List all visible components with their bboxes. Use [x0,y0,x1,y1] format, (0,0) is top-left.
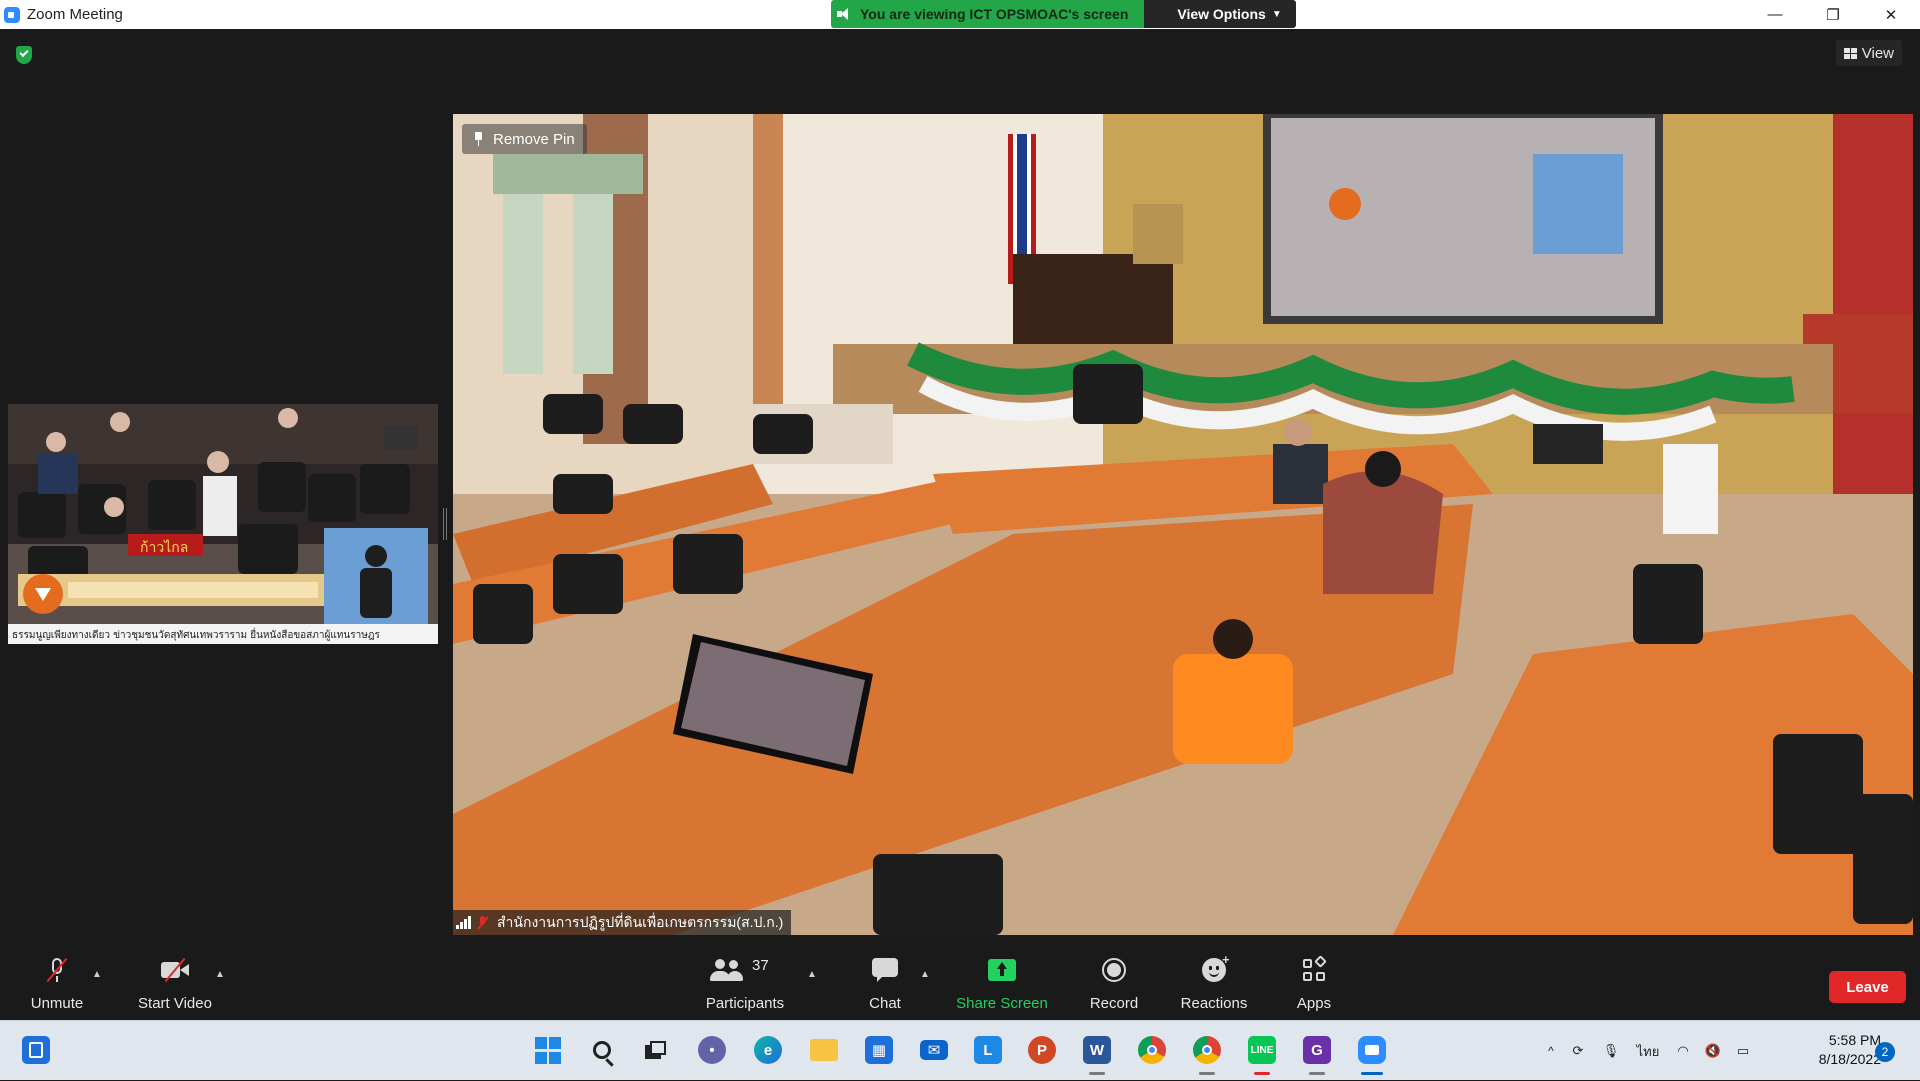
notification-badge[interactable]: 2 [1875,1042,1895,1062]
chat-icon [872,958,898,982]
window-controls: — ❐ ✕ [1746,0,1920,29]
start-video-label: Start Video [138,995,212,1012]
leave-button[interactable]: Leave [1829,971,1906,1003]
wifi-icon[interactable]: ◠ [1668,1043,1698,1059]
minimize-button[interactable]: — [1746,0,1804,29]
teams-chat-icon[interactable]: • [694,1032,730,1068]
chat-button[interactable]: Chat [855,949,915,1020]
chrome-profile-icon[interactable] [1189,1032,1225,1075]
share-screen-label: Share Screen [956,995,1048,1012]
clock-time: 5:58 PM [1828,1032,1881,1048]
video-options-caret-icon[interactable]: ▲ [215,969,225,980]
restore-button[interactable]: ❐ [1804,0,1862,29]
viewing-screen-indicator: You are viewing ICT OPSMOAC's screen [831,0,1145,28]
file-explorer-icon[interactable] [806,1032,842,1068]
unmute-label: Unmute [30,995,84,1012]
gallery-grid-icon [1843,47,1857,59]
view-button[interactable]: View [1835,40,1902,66]
participant-name-tag: สำนักงานการปฏิรูปที่ดินเพื่อเกษตรกรรม(ส.… [453,910,792,935]
line-icon[interactable]: LINE [1244,1032,1280,1075]
participants-count: 37 [752,957,769,974]
main-video-frame [453,114,1913,935]
view-options-label: View Options [1177,6,1266,22]
windows-taskbar: • e ▦ ✉ L P W LINE G ^ ⟳ 🎙 ไทย ◠ 🔇 ▭ 5:5… [0,1020,1920,1080]
apps-icon [1303,955,1327,981]
share-screen-button[interactable]: Share Screen [955,949,1049,1020]
security-shield-icon[interactable] [16,46,32,64]
clock-date: 8/18/2022 [1818,1051,1881,1067]
thumbnail-video[interactable]: ก้าวไกล ธรรมนูญเพียงทางเดียว ข่าวชุมชนวั… [8,404,438,644]
start-video-button[interactable]: Start Video [130,949,220,1020]
reactions-smiley-icon: + [1202,952,1230,982]
reactions-label: Reactions [1180,995,1248,1012]
zoom-icon[interactable] [1354,1032,1390,1075]
reactions-button[interactable]: + Reactions [1176,949,1252,1020]
chat-label: Chat [869,995,901,1012]
share-banner: You are viewing ICT OPSMOAC's screen Vie… [831,0,1296,28]
title-bar: Zoom Meeting You are viewing ICT OPSMOAC… [0,0,1920,29]
task-view-icon[interactable] [638,1032,674,1068]
muted-mic-icon [477,915,489,930]
audio-options-caret-icon[interactable]: ▲ [92,969,102,980]
participants-icon [710,959,744,981]
window-title: Zoom Meeting [27,6,123,23]
word-icon[interactable]: W [1079,1032,1115,1075]
view-button-label: View [1861,44,1894,62]
record-icon [1102,958,1126,982]
edge-icon[interactable]: e [750,1032,786,1068]
microphone-tray-icon[interactable]: 🎙 [1594,1043,1628,1059]
store-icon[interactable]: ▦ [861,1032,897,1068]
remove-pin-label: Remove Pin [493,130,575,148]
language-indicator[interactable]: ไทย [1628,1041,1668,1062]
thumbnail-video-frame: ก้าวไกล ธรรมนูญเพียงทางเดียว ข่าวชุมชนวั… [8,404,438,644]
meeting-toolbar: Unmute ▲ Start Video ▲ 37 Participants ▲… [0,949,1920,1020]
widgets-icon[interactable] [18,1032,54,1068]
record-label: Record [1089,995,1139,1012]
participants-caret-icon[interactable]: ▲ [807,969,817,980]
pin-icon [474,132,483,146]
sync-icon[interactable]: ⟳ [1562,1043,1594,1059]
thumbnail-resize-handle[interactable] [443,508,447,540]
start-icon[interactable] [530,1032,566,1068]
battery-icon[interactable]: ▭ [1728,1043,1758,1059]
participants-button[interactable]: 37 Participants [700,949,790,1020]
remove-pin-button[interactable]: Remove Pin [462,124,587,154]
thumbnail-caption: ธรรมนูญเพียงทางเดียว ข่าวชุมชนวัดสุทัศนเ… [12,627,381,641]
chat-caret-icon[interactable]: ▲ [920,969,930,980]
apps-label: Apps [1296,995,1332,1012]
pdf-app-icon[interactable]: G [1299,1032,1335,1075]
share-screen-icon [988,959,1016,981]
tray-overflow-chevron-icon[interactable]: ^ [1540,1044,1562,1058]
participant-name: สำนักงานการปฏิรูปที่ดินเพื่อเกษตรกรรม(ส.… [497,913,784,930]
clock[interactable]: 5:58 PM 8/18/2022 [1797,1031,1881,1069]
thumbnail-banner-text: ก้าวไกล [140,539,188,556]
share-banner-text: You are viewing ICT OPSMOAC's screen [860,6,1129,22]
apps-button[interactable]: Apps [1290,949,1338,1020]
view-options-button[interactable]: View Options ▼ [1144,0,1296,28]
mail-icon[interactable]: ✉ [916,1032,952,1068]
l-app-icon[interactable]: L [970,1032,1006,1068]
chrome-icon[interactable] [1134,1032,1170,1068]
video-off-icon [161,957,189,983]
chevron-down-icon: ▼ [1271,8,1282,20]
microphone-muted-icon [46,957,68,983]
signal-strength-icon [456,916,471,929]
speaker-icon [837,8,851,20]
powerpoint-icon[interactable]: P [1024,1032,1060,1068]
volume-muted-icon[interactable]: 🔇 [1698,1043,1728,1059]
main-video[interactable]: Remove Pin สำนักงานการปฏิรูปที่ดินเพื่อเ… [453,114,1913,935]
close-button[interactable]: ✕ [1862,0,1920,29]
search-icon[interactable] [584,1032,620,1068]
unmute-button[interactable]: Unmute [22,949,92,1020]
record-button[interactable]: Record [1083,949,1145,1020]
system-tray: ^ ⟳ 🎙 ไทย ◠ 🔇 ▭ [1540,1021,1758,1081]
zoom-app-icon [4,6,20,23]
participants-label: Participants [705,995,785,1012]
